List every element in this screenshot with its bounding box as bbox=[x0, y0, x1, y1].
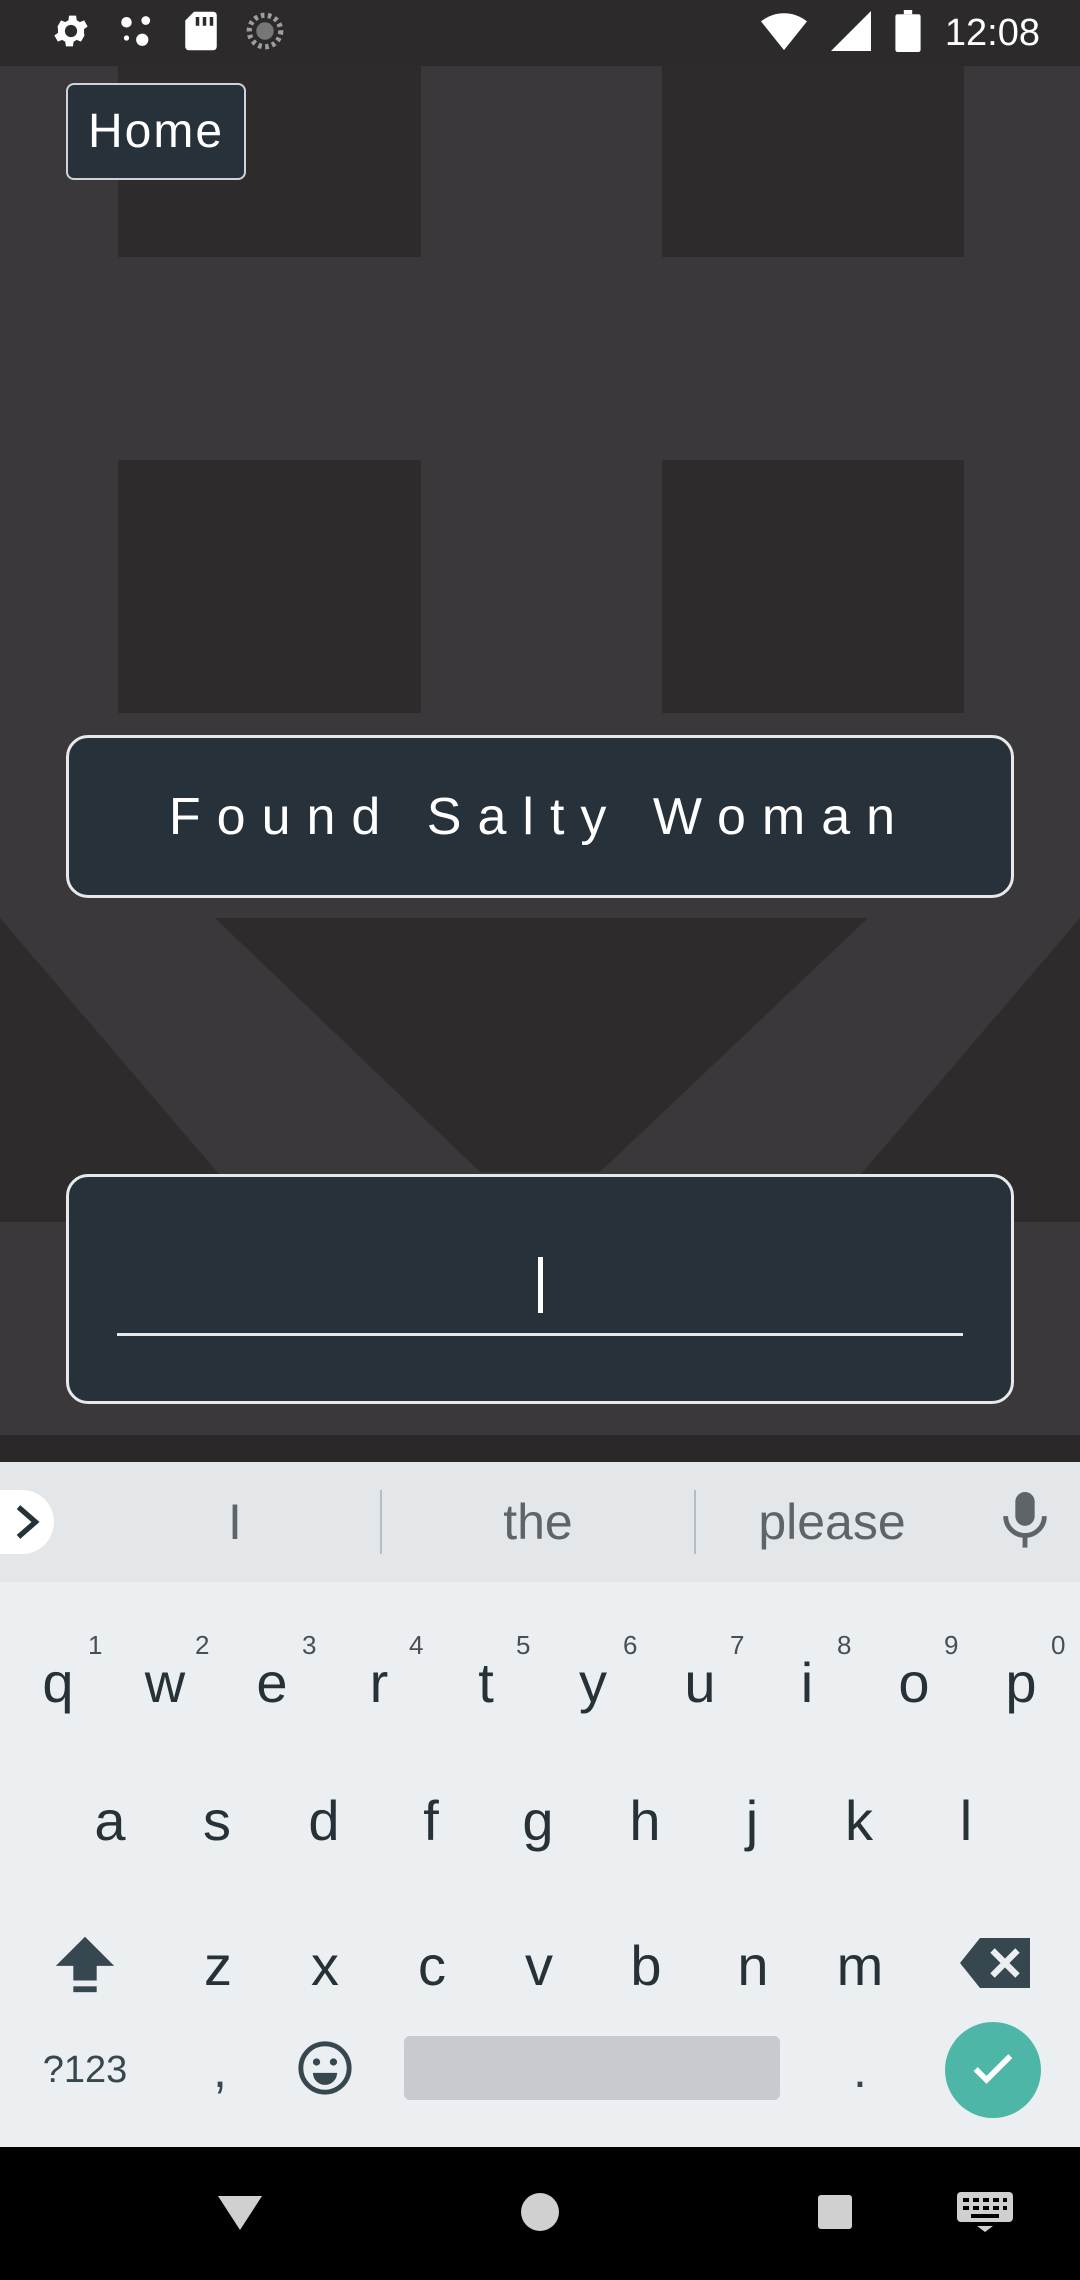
page-title: Found Salty Woman bbox=[66, 735, 1014, 898]
network-dots-icon bbox=[116, 10, 158, 56]
answer-input-card bbox=[66, 1174, 1014, 1404]
key-c[interactable]: c bbox=[382, 1905, 482, 2025]
cell-signal-icon bbox=[830, 11, 871, 55]
key-a[interactable]: a bbox=[60, 1760, 160, 1880]
period-key[interactable]: . bbox=[810, 2010, 910, 2130]
emoji-key[interactable] bbox=[275, 2010, 375, 2130]
keyboard-switch-icon bbox=[957, 2191, 1013, 2236]
space-key[interactable] bbox=[404, 2036, 780, 2100]
answer-input[interactable] bbox=[117, 1237, 963, 1336]
keyboard-switch-button[interactable] bbox=[945, 2147, 1025, 2280]
key-hint: 5 bbox=[516, 1630, 531, 1660]
sd-card-icon bbox=[182, 10, 220, 56]
home-button[interactable]: Home bbox=[66, 83, 246, 180]
key-hint: 9 bbox=[944, 1630, 959, 1660]
key-hint: 7 bbox=[730, 1630, 745, 1660]
recents-button[interactable] bbox=[795, 2147, 875, 2280]
key-b[interactable]: b bbox=[596, 1905, 696, 2025]
done-key[interactable] bbox=[945, 2022, 1041, 2118]
sync-icon bbox=[244, 10, 286, 56]
shift-icon bbox=[50, 1928, 120, 2003]
key-hint: 0 bbox=[1051, 1630, 1066, 1660]
suggestion-3[interactable]: please bbox=[696, 1462, 968, 1582]
backspace-key[interactable] bbox=[950, 1905, 1040, 2025]
check-icon bbox=[967, 2042, 1019, 2098]
settings-icon bbox=[50, 10, 92, 56]
home-icon bbox=[520, 2192, 560, 2236]
key-hint: 4 bbox=[409, 1630, 424, 1660]
key-v[interactable]: v bbox=[489, 1905, 589, 2025]
battery-icon bbox=[895, 10, 921, 56]
suggestion-1[interactable]: I bbox=[90, 1462, 380, 1582]
key-l[interactable]: l bbox=[916, 1760, 1016, 1880]
status-time: 12:08 bbox=[944, 11, 1040, 54]
key-x[interactable]: x bbox=[275, 1905, 375, 2025]
key-hint: 2 bbox=[195, 1630, 210, 1660]
key-h[interactable]: h bbox=[595, 1760, 695, 1880]
suggestion-strip: I the please bbox=[0, 1462, 1080, 1582]
home-nav-button[interactable] bbox=[500, 2147, 580, 2280]
status-bar: 12:08 bbox=[0, 0, 1080, 66]
key-m[interactable]: m bbox=[810, 1905, 910, 2025]
key-j[interactable]: j bbox=[702, 1760, 802, 1880]
comma-key[interactable]: , bbox=[170, 2010, 270, 2130]
key-d[interactable]: d bbox=[274, 1760, 374, 1880]
key-g[interactable]: g bbox=[488, 1760, 588, 1880]
soft-keyboard: I the please ?123 , . q1w2e3r4t5y6u7i8o9… bbox=[0, 1462, 1080, 2147]
navigation-bar bbox=[0, 2147, 1080, 2280]
key-s[interactable]: s bbox=[167, 1760, 267, 1880]
key-k[interactable]: k bbox=[809, 1760, 909, 1880]
key-hint: 6 bbox=[623, 1630, 638, 1660]
mic-icon[interactable] bbox=[1000, 1492, 1050, 1554]
back-button[interactable] bbox=[200, 2147, 280, 2280]
key-hint: 1 bbox=[88, 1630, 103, 1660]
expand-toolbar-button[interactable] bbox=[0, 1490, 54, 1554]
recents-icon bbox=[818, 2194, 852, 2233]
shift-key[interactable] bbox=[40, 1905, 130, 2025]
symbols-key[interactable]: ?123 bbox=[20, 2010, 150, 2130]
key-f[interactable]: f bbox=[381, 1760, 481, 1880]
suggestion-2[interactable]: the bbox=[382, 1462, 694, 1582]
key-z[interactable]: z bbox=[168, 1905, 268, 2025]
back-icon bbox=[218, 2192, 262, 2236]
key-n[interactable]: n bbox=[703, 1905, 803, 2025]
backspace-icon bbox=[960, 1937, 1030, 1994]
wifi-icon bbox=[760, 11, 807, 55]
text-cursor bbox=[537, 1257, 543, 1313]
key-hint: 3 bbox=[302, 1630, 317, 1660]
key-hint: 8 bbox=[837, 1630, 852, 1660]
emoji-icon bbox=[296, 2039, 354, 2102]
